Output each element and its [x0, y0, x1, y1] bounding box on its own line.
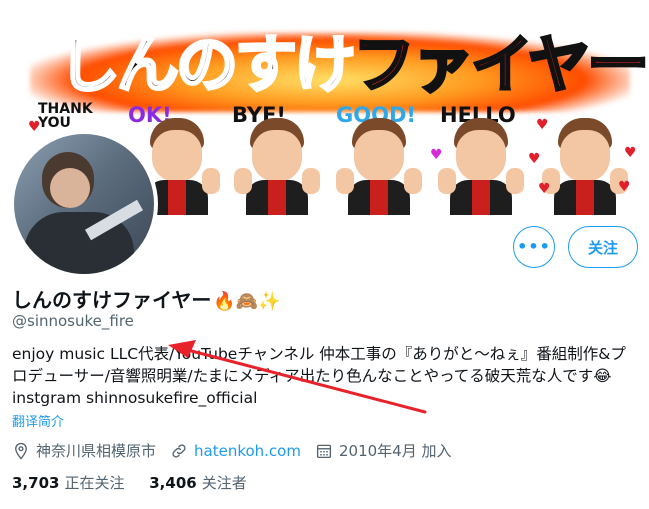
joined-text: 2010年4月 加入 [338, 442, 452, 460]
banner-character-sticker [334, 118, 424, 215]
following-label: 正在关注 [64, 474, 125, 492]
follow-counts: 3,703 正在关注 3,406 关注者 [12, 472, 267, 493]
profile-meta: 神奈川県相模原市 hatenkoh.com 2010年4月 加入 [12, 440, 465, 461]
heart-icon: ♥ [624, 145, 637, 161]
followers-label: 关注者 [201, 474, 247, 492]
display-name: しんのすけファイヤー [12, 288, 212, 312]
follow-button[interactable]: 关注 [568, 226, 638, 268]
heart-icon: ♥ [430, 147, 443, 163]
heart-icon: ♥ [618, 179, 631, 195]
translate-bio-link[interactable]: 翻译简介 [12, 411, 64, 430]
joined-item: 2010年4月 加入 [315, 440, 452, 461]
location-text: 神奈川県相模原市 [36, 442, 157, 460]
profile-name: しんのすけファイヤー 🔥🙈✨ [12, 284, 281, 313]
sticker-label-thank-you: THANK YOU [38, 101, 93, 131]
banner-character-sticker [540, 118, 630, 215]
location-item: 神奈川県相模原市 [12, 440, 156, 461]
following-link[interactable]: 3,703 正在关注 [12, 474, 129, 492]
heart-icon: ♥ [528, 151, 541, 167]
banner-title-part2: ファイヤー [352, 28, 649, 101]
heart-icon: ♥ [536, 117, 549, 133]
followers-link[interactable]: 3,406 关注者 [149, 474, 246, 492]
heart-icon: ♥ [538, 181, 551, 197]
heart-icon: ♥ [28, 119, 41, 135]
website-item[interactable]: hatenkoh.com [170, 442, 301, 460]
banner-title: しんのすけファイヤー [56, 28, 649, 101]
profile-handle: @sinnosuke_fire [12, 312, 134, 330]
banner-character-sticker [436, 118, 526, 215]
followers-count: 3,406 [149, 474, 197, 492]
calendar-icon [316, 444, 332, 458]
avatar[interactable] [10, 130, 158, 278]
following-count: 3,703 [12, 474, 60, 492]
profile-bio: enjoy music LLC代表/YouTubeチャンネル 仲本工事の『ありが… [12, 345, 626, 407]
location-pin-icon [15, 442, 27, 460]
link-icon [172, 443, 186, 458]
banner-character-sticker [232, 118, 322, 215]
banner-title-part1: しんのすけ [56, 28, 357, 101]
name-emojis: 🔥🙈✨ [213, 291, 281, 312]
website-link[interactable]: hatenkoh.com [194, 442, 301, 460]
more-button[interactable]: ••• [513, 226, 555, 268]
more-icon: ••• [517, 237, 551, 256]
